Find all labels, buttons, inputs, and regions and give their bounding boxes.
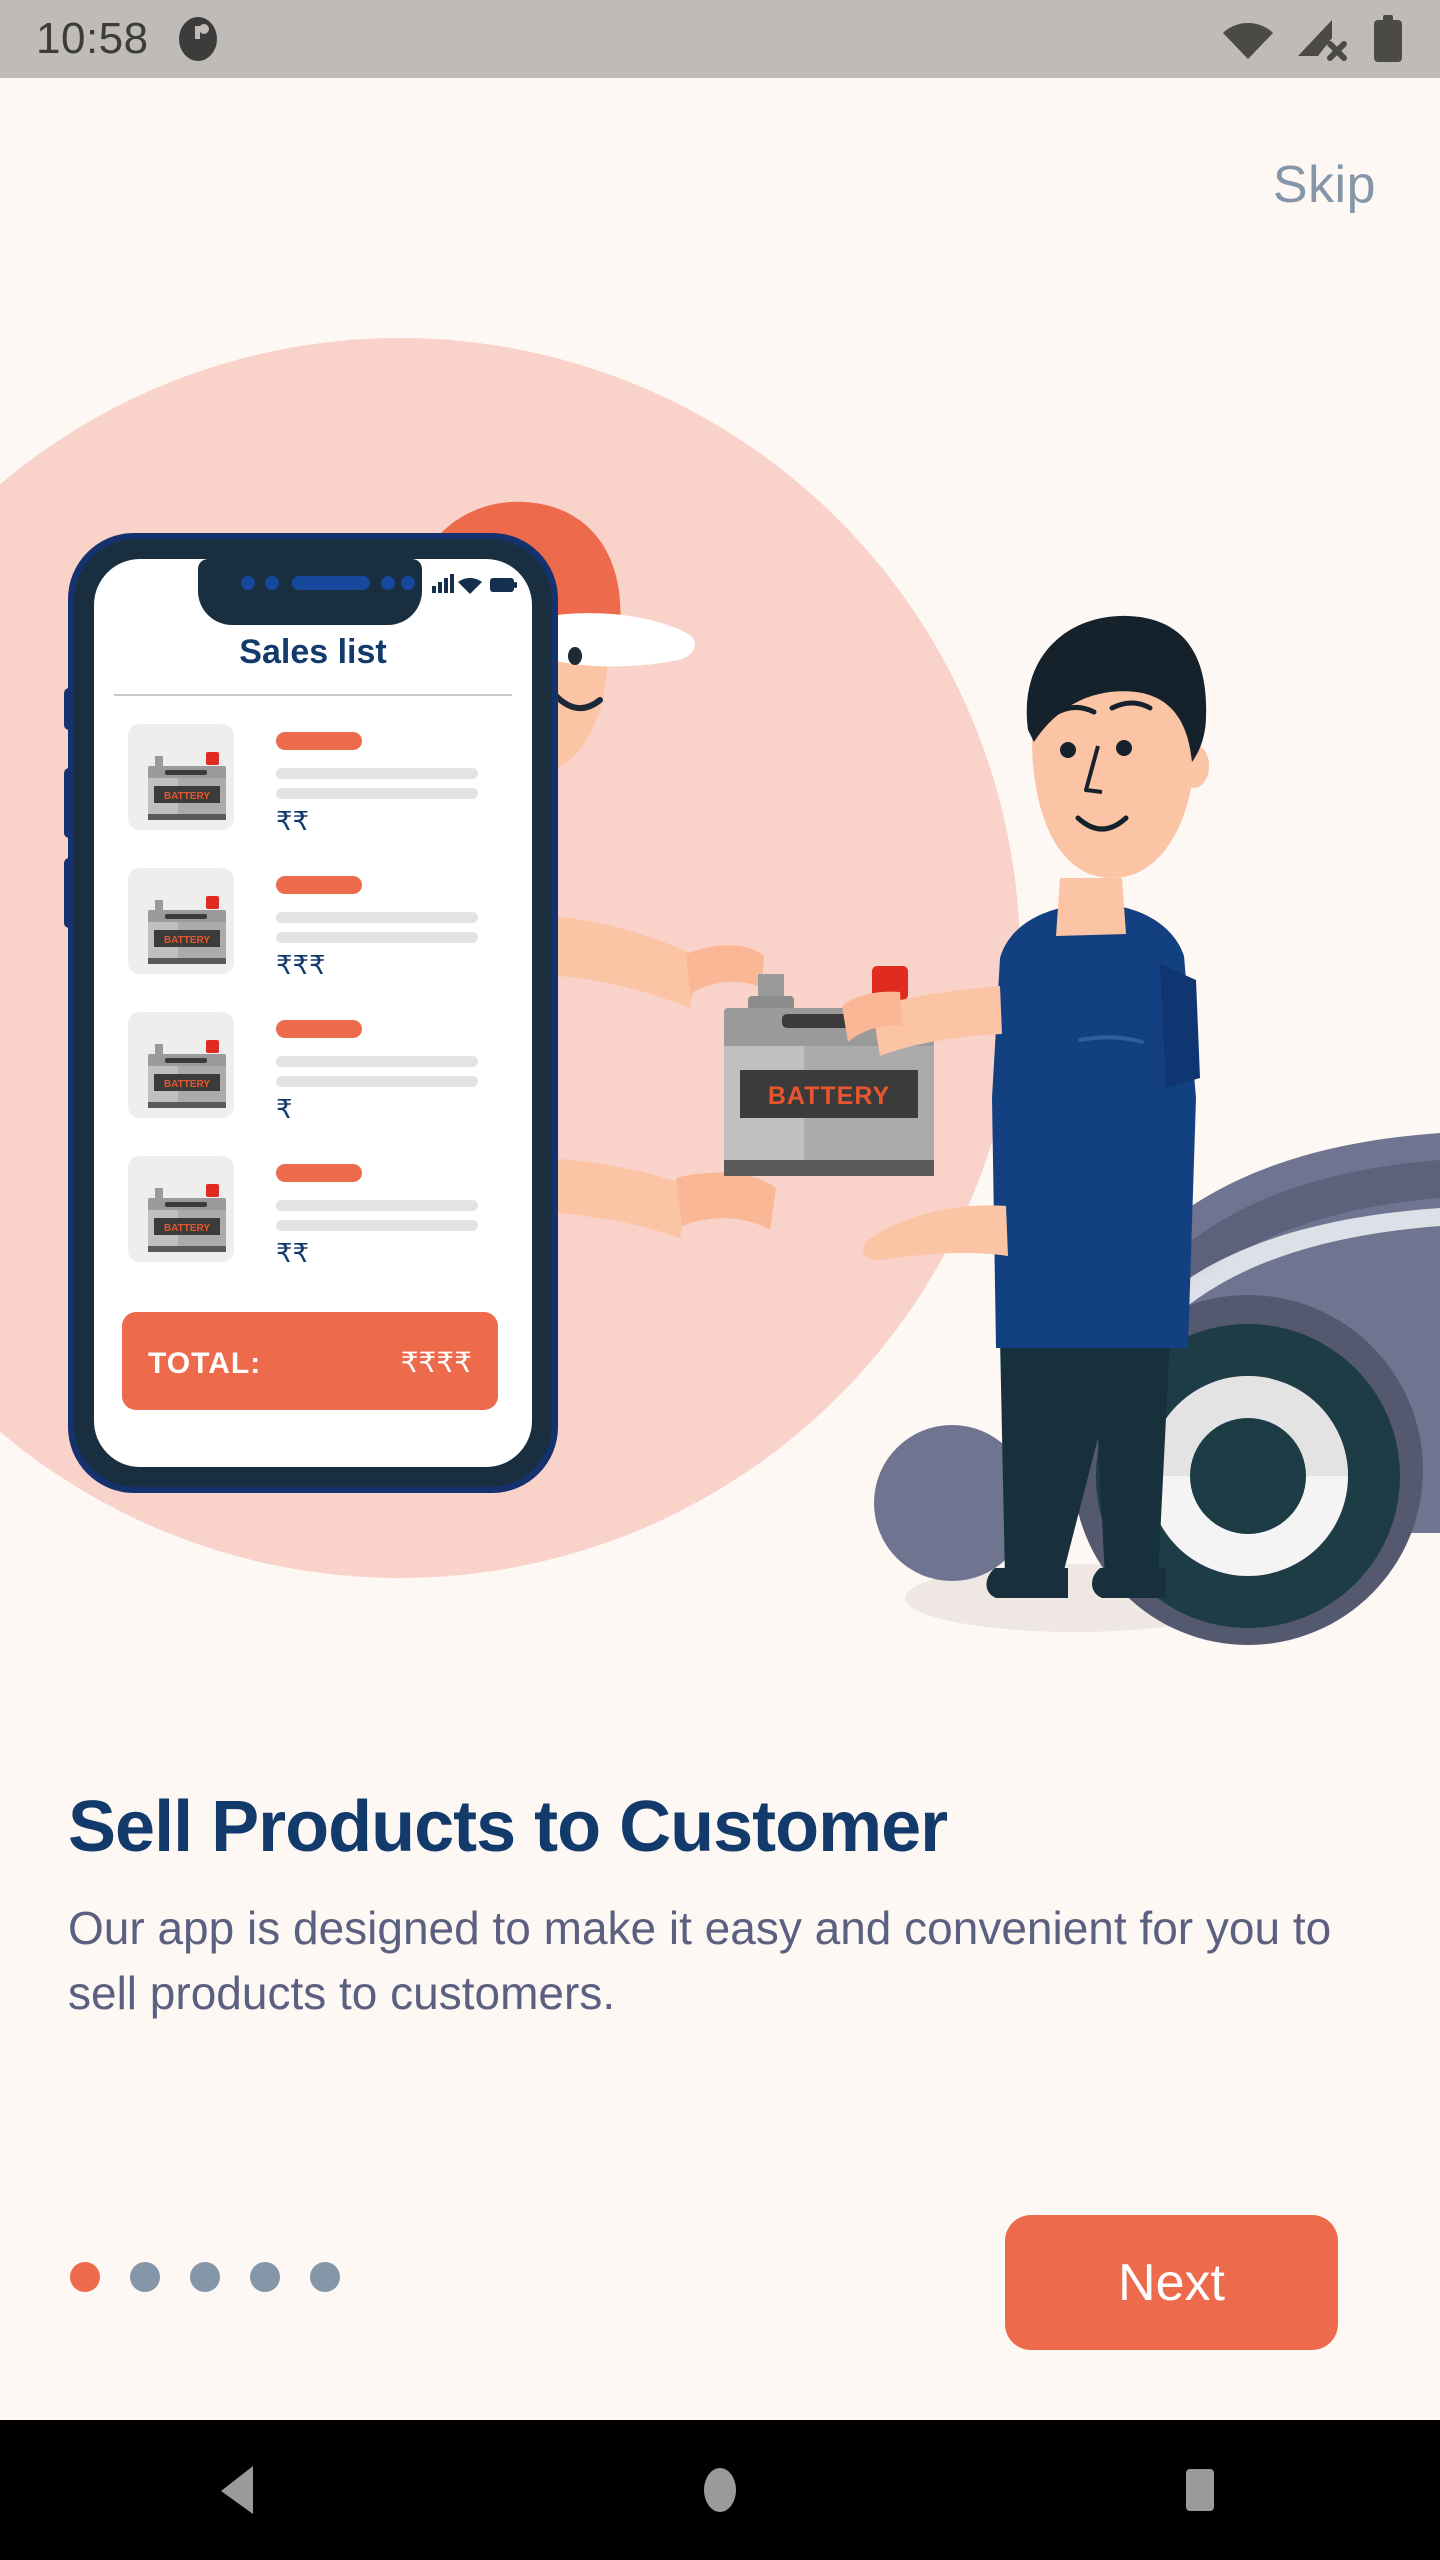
square-icon (1186, 2469, 1214, 2511)
triangle-left-icon (221, 2466, 253, 2514)
pager-dot-1[interactable] (70, 2262, 100, 2292)
pager-dot-2[interactable] (130, 2262, 160, 2292)
illustration-area: BATTERY Sales list BATTERY ₹₹ BATTERY ₹₹… (0, 78, 1440, 1758)
home-button[interactable] (645, 2420, 795, 2560)
page-description: Our app is designed to make it easy and … (68, 1901, 1332, 2019)
onboarding-text-block: Sell Products to Customer Our app is des… (68, 1787, 1398, 2026)
wifi-icon (1223, 23, 1273, 59)
phone-list-price: ₹₹₹ (276, 950, 326, 980)
status-bar-right-icons (1222, 15, 1404, 63)
circle-icon (704, 2468, 736, 2512)
phone-total-bar: TOTAL: ₹₹₹₹ (122, 1312, 498, 1410)
clock-badge-icon (178, 17, 217, 61)
sell-products-illustration: BATTERY Sales list BATTERY ₹₹ BATTERY ₹₹… (0, 78, 1440, 1758)
svg-text:BATTERY: BATTERY (164, 1079, 210, 1090)
svg-text:BATTERY: BATTERY (164, 1223, 210, 1234)
phone-list-price: ₹ (276, 1094, 293, 1124)
phone-total-label: TOTAL: (148, 1347, 261, 1380)
status-bar-time: 10:58 (36, 14, 149, 63)
phone-list-price: ₹₹ (276, 1238, 309, 1268)
status-bar-left-icons (175, 16, 221, 62)
svg-text:BATTERY: BATTERY (164, 935, 210, 946)
pager-dots (70, 2262, 340, 2292)
recents-button[interactable] (1125, 2420, 1275, 2560)
svg-text:BATTERY: BATTERY (164, 791, 210, 802)
bottom-controls: Next (0, 2215, 1440, 2410)
next-button[interactable]: Next (1005, 2215, 1338, 2350)
battery-product-label: BATTERY (768, 1082, 890, 1110)
status-bar: 10:58 (0, 0, 1440, 78)
battery-icon (1374, 15, 1402, 62)
phone-total-value: ₹₹₹₹ (401, 1347, 472, 1378)
phone-list-price: ₹₹ (276, 806, 309, 836)
pager-dot-4[interactable] (250, 2262, 280, 2292)
android-nav-bar (0, 2420, 1440, 2560)
pager-dot-5[interactable] (310, 2262, 340, 2292)
back-button[interactable] (165, 2420, 315, 2560)
cellular-no-sim-icon (1298, 20, 1347, 61)
phone-mockup: Sales list BATTERY ₹₹ BATTERY ₹₹₹ BATTER… (64, 533, 558, 1493)
phone-screen-title: Sales list (239, 633, 386, 671)
page-title: Sell Products to Customer (68, 1787, 948, 1867)
pager-dot-3[interactable] (190, 2262, 220, 2292)
skip-button[interactable]: Skip (1273, 155, 1376, 215)
